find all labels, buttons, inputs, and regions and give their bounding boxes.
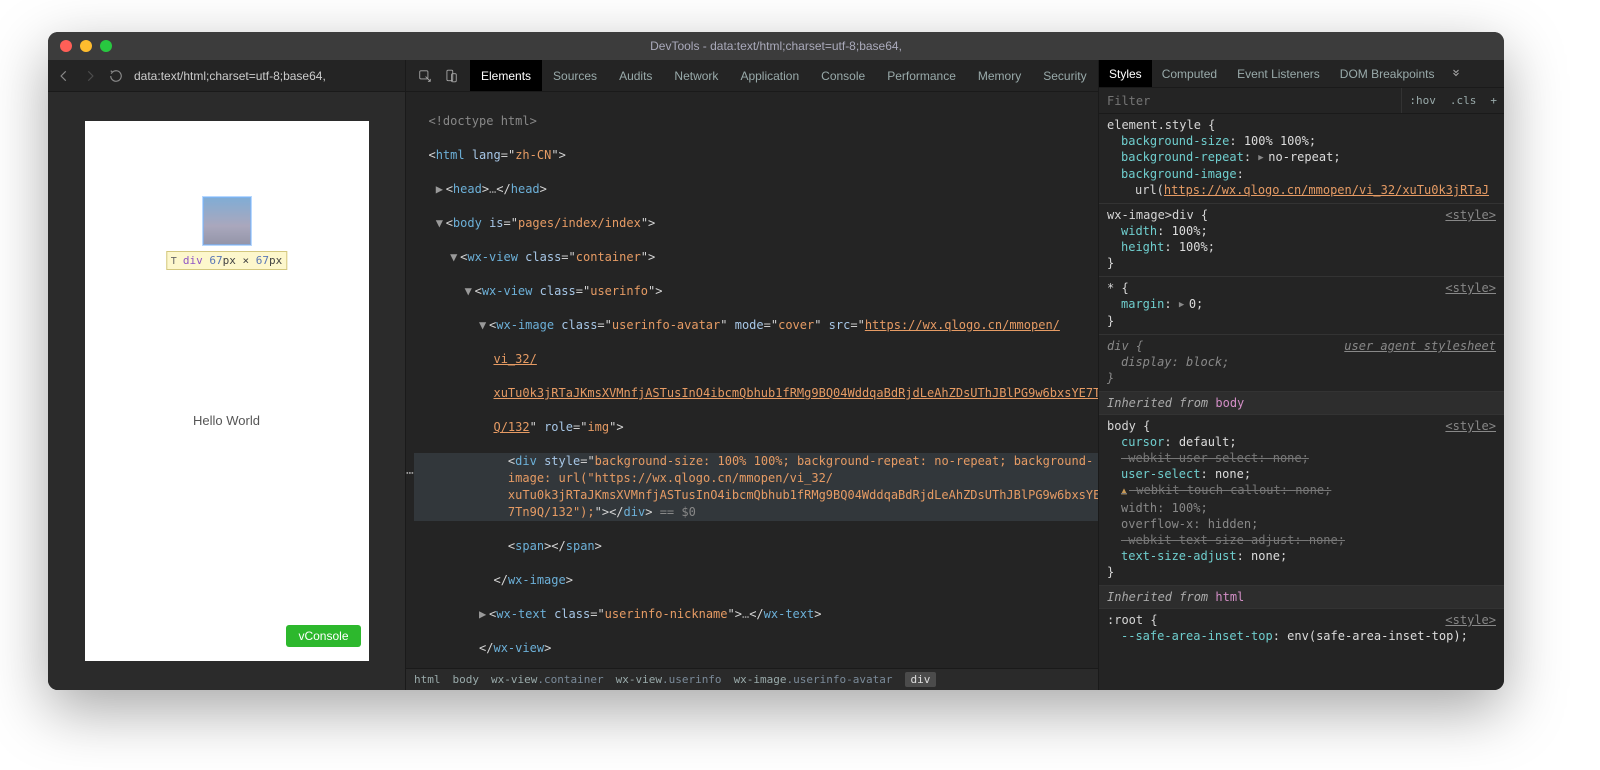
filter-row: :hov .cls +: [1099, 88, 1504, 114]
breadcrumb-item[interactable]: body: [453, 673, 480, 686]
tab-event-listeners[interactable]: Event Listeners: [1227, 60, 1330, 87]
inspect-icon[interactable]: [412, 64, 438, 88]
hello-text: Hello World: [85, 413, 369, 428]
breadcrumb-item[interactable]: wx-view.userinfo: [616, 673, 722, 686]
add-rule-button[interactable]: +: [1483, 94, 1504, 107]
forward-icon[interactable]: [82, 68, 98, 84]
filter-input[interactable]: [1099, 88, 1402, 113]
breadcrumb-item[interactable]: wx-view.container: [491, 673, 604, 686]
devtools-window: DevTools - data:text/html;charset=utf-8;…: [48, 32, 1504, 690]
reload-icon[interactable]: [108, 68, 124, 84]
tab-security[interactable]: Security: [1032, 60, 1097, 91]
tab-computed[interactable]: Computed: [1152, 60, 1227, 87]
tab-styles[interactable]: Styles: [1099, 60, 1152, 87]
preview-panel: data:text/html;charset=utf-8;base64, T d…: [48, 60, 406, 690]
device-toggle-icon[interactable]: [438, 64, 464, 88]
dimension-tooltip: T div 67px × 67px: [166, 251, 287, 270]
inherited-header: Inherited from body: [1099, 392, 1504, 415]
styles-panel: Styles Computed Event Listeners DOM Brea…: [1098, 60, 1504, 690]
inherited-header: Inherited from html: [1099, 586, 1504, 609]
elements-panel: Elements Sources Audits Network Applicat…: [406, 60, 1098, 690]
titlebar: DevTools - data:text/html;charset=utf-8;…: [48, 32, 1504, 60]
close-window-button[interactable]: [60, 40, 72, 52]
tab-memory[interactable]: Memory: [967, 60, 1032, 91]
breadcrumb[interactable]: html body wx-view.container wx-view.user…: [406, 668, 1098, 690]
tab-elements[interactable]: Elements: [470, 60, 542, 91]
tab-application[interactable]: Application: [729, 60, 810, 91]
url-text: data:text/html;charset=utf-8;base64,: [134, 69, 326, 83]
tool-icons: [406, 64, 470, 88]
breadcrumb-item-selected[interactable]: div: [905, 672, 937, 687]
urlbar: data:text/html;charset=utf-8;base64,: [48, 60, 405, 92]
style-rule[interactable]: <style> body { cursor: default; -webkit-…: [1099, 415, 1504, 586]
traffic-lights: [48, 40, 112, 52]
styles-tabstrip: Styles Computed Event Listeners DOM Brea…: [1099, 60, 1504, 88]
device-area: T div 67px × 67px Hello World vConsole: [48, 92, 405, 690]
dom-tree[interactable]: <!doctype html> <html lang="zh-CN"> ▶<he…: [406, 92, 1098, 668]
tab-audits[interactable]: Audits: [608, 60, 663, 91]
breadcrumb-item[interactable]: html: [414, 673, 441, 686]
tab-dom-breakpoints[interactable]: DOM Breakpoints: [1330, 60, 1445, 87]
tab-performance[interactable]: Performance: [876, 60, 967, 91]
avatar[interactable]: [203, 197, 251, 245]
style-rule[interactable]: <style> wx-image>div { width: 100%; heig…: [1099, 204, 1504, 277]
main-tabstrip: Elements Sources Audits Network Applicat…: [470, 60, 1098, 91]
styles-body[interactable]: element.style { background-size: 100% 10…: [1099, 114, 1504, 690]
maximize-window-button[interactable]: [100, 40, 112, 52]
tab-console[interactable]: Console: [810, 60, 876, 91]
vconsole-button[interactable]: vConsole: [286, 625, 360, 647]
tab-network[interactable]: Network: [663, 60, 729, 91]
app-preview: T div 67px × 67px Hello World vConsole: [85, 121, 369, 661]
tab-sources[interactable]: Sources: [542, 60, 608, 91]
style-rule[interactable]: <style> * { margin: ▶0; }: [1099, 277, 1504, 335]
more-styles-tabs-icon[interactable]: [1444, 60, 1468, 87]
cls-button[interactable]: .cls: [1443, 94, 1484, 107]
main-toolbar: Elements Sources Audits Network Applicat…: [406, 60, 1098, 92]
minimize-window-button[interactable]: [80, 40, 92, 52]
style-rule[interactable]: element.style { background-size: 100% 10…: [1099, 114, 1504, 204]
content: data:text/html;charset=utf-8;base64, T d…: [48, 60, 1504, 690]
style-rule[interactable]: user agent stylesheet div { display: blo…: [1099, 335, 1504, 392]
window-title: DevTools - data:text/html;charset=utf-8;…: [650, 39, 902, 53]
breadcrumb-item[interactable]: wx-image.userinfo-avatar: [734, 673, 893, 686]
style-rule[interactable]: <style> :root { --safe-area-inset-top: e…: [1099, 609, 1504, 649]
back-icon[interactable]: [56, 68, 72, 84]
hov-button[interactable]: :hov: [1402, 94, 1443, 107]
